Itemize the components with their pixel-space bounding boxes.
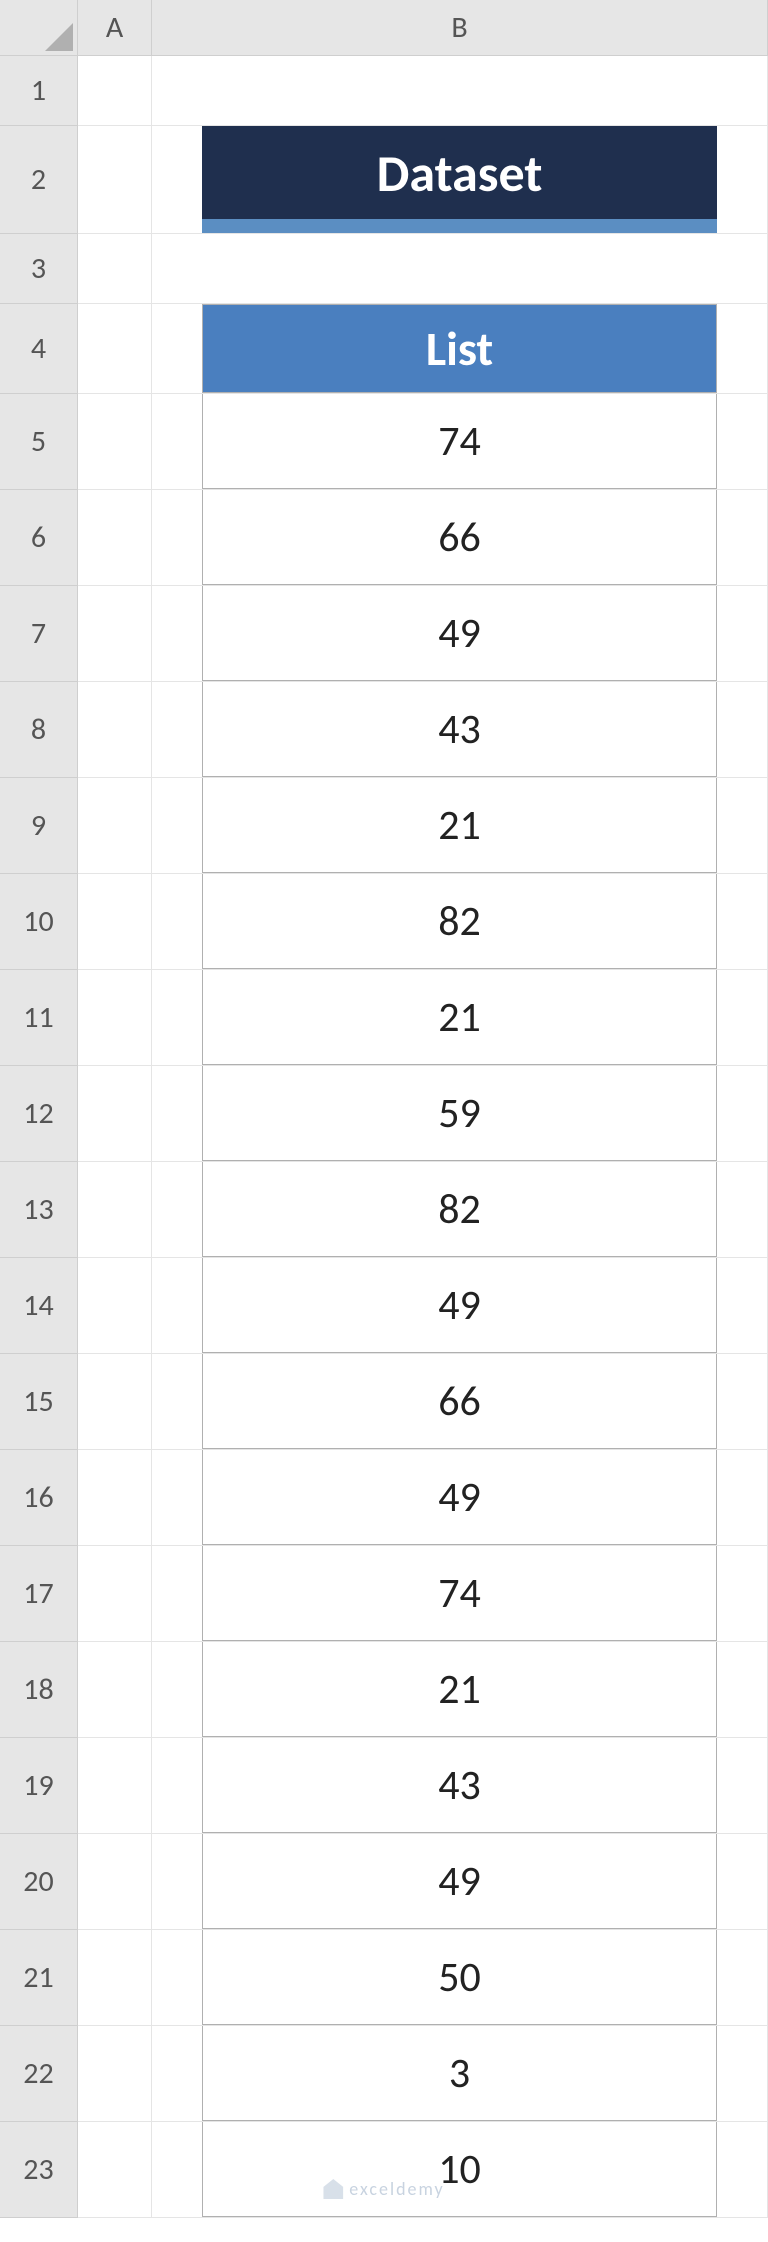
cell[interactable] <box>78 1834 152 1930</box>
cell[interactable] <box>78 1258 152 1354</box>
cell[interactable] <box>78 234 152 304</box>
data-value: 50 <box>202 1930 717 2025</box>
data-value: 49 <box>202 586 717 681</box>
cell[interactable] <box>78 682 152 778</box>
data-cell[interactable]: 21 <box>152 1642 768 1738</box>
data-value: 49 <box>202 1258 717 1353</box>
data-cell[interactable]: 49 <box>152 586 768 682</box>
cell[interactable] <box>78 1354 152 1450</box>
cell[interactable] <box>78 1450 152 1546</box>
dataset-title: Dataset <box>202 126 717 233</box>
data-cell[interactable]: 66 <box>152 490 768 586</box>
column-header-a[interactable]: A <box>78 0 152 56</box>
cell[interactable] <box>78 1546 152 1642</box>
row-header[interactable]: 9 <box>0 778 78 874</box>
row-header[interactable]: 22 <box>0 2026 78 2122</box>
data-cell[interactable]: 49 <box>152 1834 768 1930</box>
data-value: 59 <box>202 1066 717 1161</box>
data-value: 82 <box>202 874 717 969</box>
watermark: exceldemy <box>323 2178 444 2200</box>
row-header[interactable]: 14 <box>0 1258 78 1354</box>
cell[interactable] <box>78 1642 152 1738</box>
cell[interactable] <box>78 1066 152 1162</box>
data-value: 82 <box>202 1162 717 1257</box>
cell[interactable] <box>78 1162 152 1258</box>
data-value: 21 <box>202 778 717 873</box>
cell[interactable] <box>152 56 768 126</box>
row-header[interactable]: 17 <box>0 1546 78 1642</box>
cell[interactable] <box>78 126 152 234</box>
cell[interactable] <box>78 304 152 394</box>
data-value: 21 <box>202 970 717 1065</box>
cell[interactable] <box>78 2026 152 2122</box>
row-header[interactable]: 5 <box>0 394 78 490</box>
cell[interactable] <box>78 56 152 126</box>
data-cell[interactable]: 74 <box>152 394 768 490</box>
watermark-icon <box>323 2179 343 2199</box>
row-header[interactable]: 6 <box>0 490 78 586</box>
row-header[interactable]: 4 <box>0 304 78 394</box>
row-header[interactable]: 20 <box>0 1834 78 1930</box>
data-cell[interactable]: 74 <box>152 1546 768 1642</box>
data-cell[interactable]: 49 <box>152 1450 768 1546</box>
data-value: 49 <box>202 1450 717 1545</box>
data-cell[interactable]: 59 <box>152 1066 768 1162</box>
row-header[interactable]: 2 <box>0 126 78 234</box>
data-value: 3 <box>202 2026 717 2121</box>
data-value: 21 <box>202 1642 717 1737</box>
cell[interactable] <box>152 234 768 304</box>
cell[interactable] <box>78 2122 152 2218</box>
row-header[interactable]: 13 <box>0 1162 78 1258</box>
data-value: 66 <box>202 490 717 585</box>
list-header-cell[interactable]: List <box>152 304 768 394</box>
column-header-b[interactable]: B <box>152 0 768 56</box>
cell[interactable] <box>78 970 152 1066</box>
data-value: 74 <box>202 1546 717 1641</box>
data-cell[interactable]: 49 <box>152 1258 768 1354</box>
cell[interactable] <box>78 1930 152 2026</box>
list-column-header: List <box>202 304 717 393</box>
data-value: 10 <box>202 2122 717 2217</box>
row-header[interactable]: 8 <box>0 682 78 778</box>
data-cell[interactable]: 10 <box>152 2122 768 2218</box>
data-cell[interactable]: 82 <box>152 1162 768 1258</box>
data-cell[interactable]: 3 <box>152 2026 768 2122</box>
row-header[interactable]: 10 <box>0 874 78 970</box>
row-header[interactable]: 23 <box>0 2122 78 2218</box>
data-cell[interactable]: 50 <box>152 1930 768 2026</box>
row-header[interactable]: 3 <box>0 234 78 304</box>
data-cell[interactable]: 21 <box>152 778 768 874</box>
row-header[interactable]: 15 <box>0 1354 78 1450</box>
data-value: 74 <box>202 394 717 489</box>
data-cell[interactable]: 43 <box>152 682 768 778</box>
row-header[interactable]: 12 <box>0 1066 78 1162</box>
cell[interactable] <box>78 778 152 874</box>
row-header[interactable]: 16 <box>0 1450 78 1546</box>
data-value: 66 <box>202 1354 717 1449</box>
row-header[interactable]: 7 <box>0 586 78 682</box>
row-header[interactable]: 21 <box>0 1930 78 2026</box>
title-cell[interactable]: Dataset <box>152 126 768 234</box>
row-header[interactable]: 19 <box>0 1738 78 1834</box>
cell[interactable] <box>78 874 152 970</box>
data-cell[interactable]: 21 <box>152 970 768 1066</box>
cell[interactable] <box>78 1738 152 1834</box>
row-header[interactable]: 18 <box>0 1642 78 1738</box>
data-cell[interactable]: 66 <box>152 1354 768 1450</box>
data-value: 49 <box>202 1834 717 1929</box>
data-value: 43 <box>202 682 717 777</box>
spreadsheet-grid: A B 1 2 Dataset 3 4 List 5 74 6 66 7 49 … <box>0 0 768 2218</box>
data-cell[interactable]: 43 <box>152 1738 768 1834</box>
cell[interactable] <box>78 394 152 490</box>
select-all-corner[interactable] <box>0 0 78 56</box>
cell[interactable] <box>78 490 152 586</box>
row-header[interactable]: 1 <box>0 56 78 126</box>
cell[interactable] <box>78 586 152 682</box>
data-value: 43 <box>202 1738 717 1833</box>
data-cell[interactable]: 82 <box>152 874 768 970</box>
row-header[interactable]: 11 <box>0 970 78 1066</box>
watermark-text: exceldemy <box>349 2178 444 2200</box>
spreadsheet-container: A B 1 2 Dataset 3 4 List 5 74 6 66 7 49 … <box>0 0 768 2218</box>
